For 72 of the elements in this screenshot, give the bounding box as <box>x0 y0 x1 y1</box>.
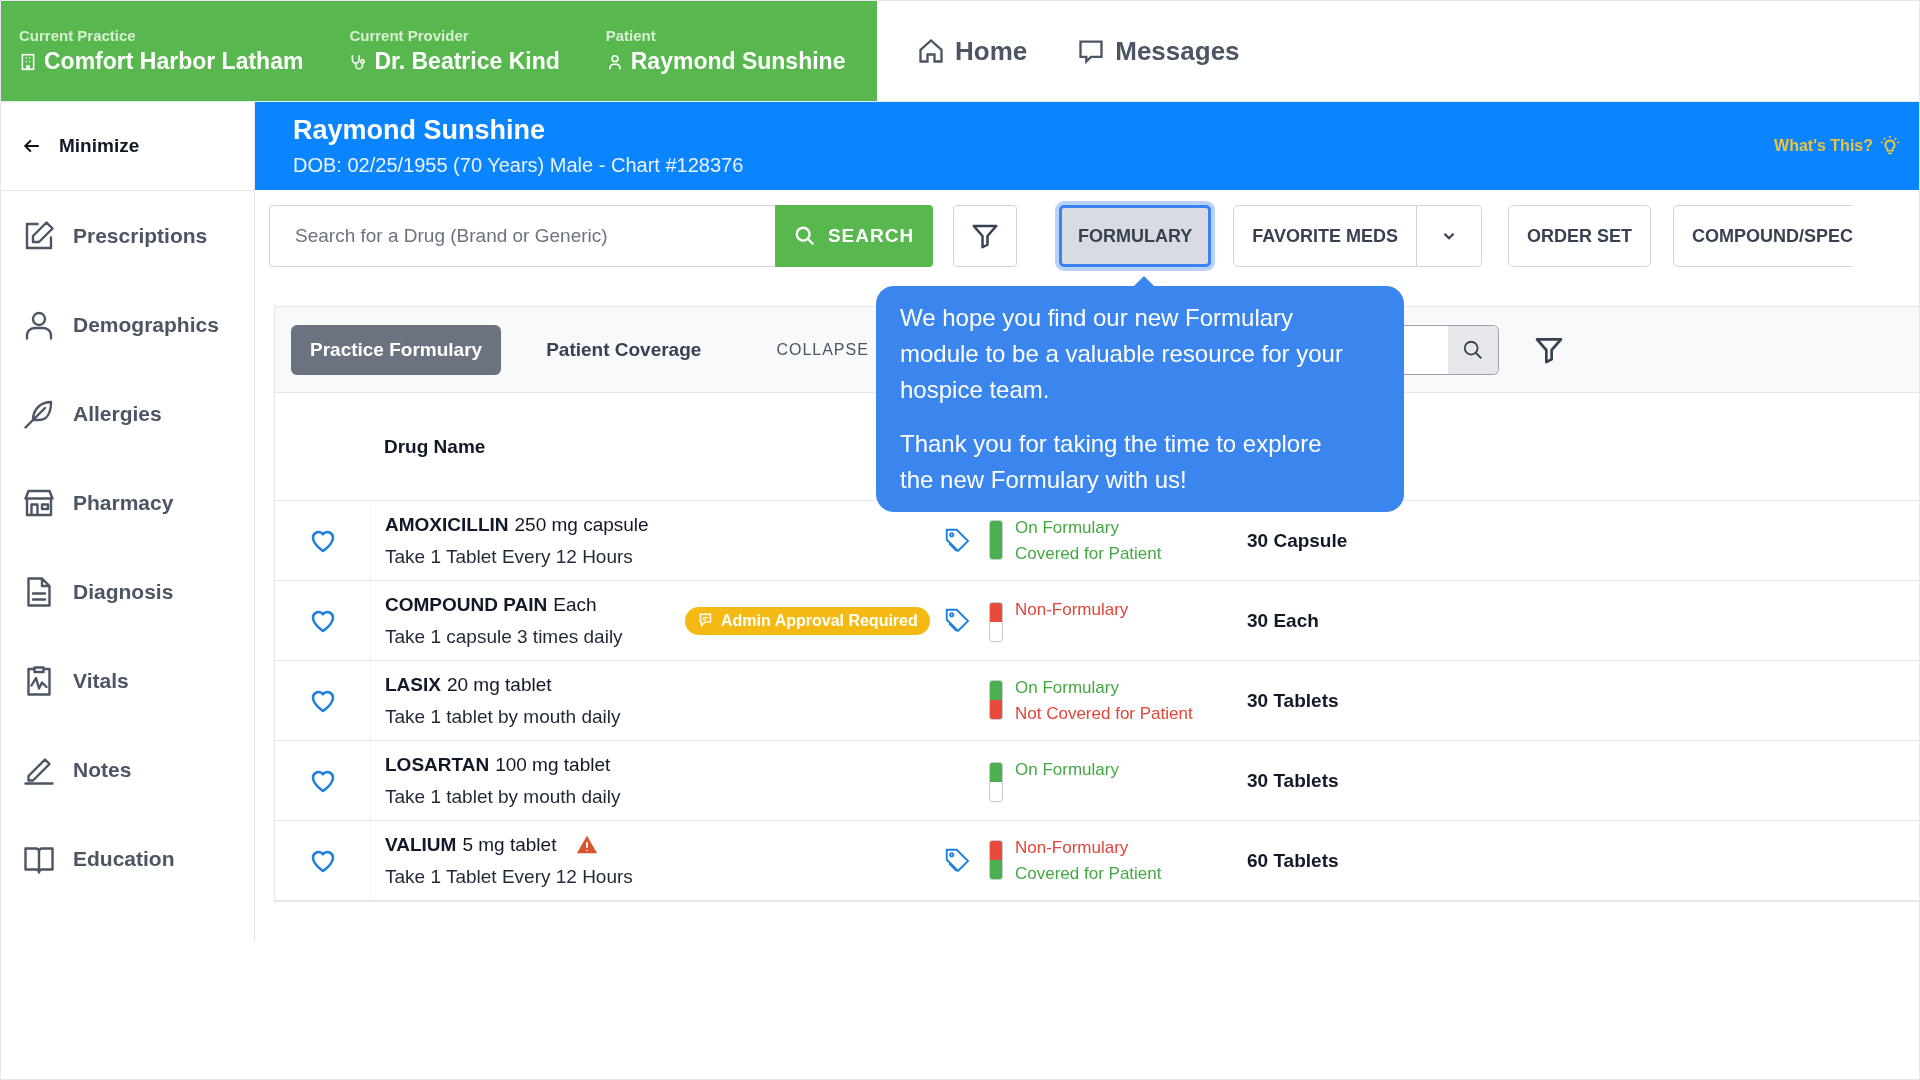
drug-directions: Take 1 tablet by mouth daily <box>385 785 622 808</box>
patient-details: DOB: 02/25/1955 (70 Years) Male - Chart #128376 <box>293 154 744 177</box>
drug-directions: Take 1 capsule 3 times daily <box>385 625 624 648</box>
nav-link[interactable]: Messages <box>1077 35 1240 67</box>
arrow-left-icon <box>23 137 41 155</box>
filter-button[interactable] <box>953 205 1017 267</box>
search-field[interactable]: Search for a Drug (Brand or Generic) <box>269 205 775 267</box>
collapse-link[interactable]: COLLAPSE <box>776 340 869 359</box>
search-icon <box>1461 338 1484 361</box>
sidebar-item[interactable]: Allergies <box>1 369 254 458</box>
status-indicator <box>989 679 1003 720</box>
drug-directions: Take 1 Tablet Every 12 Hours <box>385 545 634 568</box>
field-label: Patient <box>605 27 657 44</box>
sidebar-item[interactable]: Education <box>1 814 254 903</box>
quantity: 30 Capsule <box>1247 529 1348 551</box>
lightbulb-icon <box>1879 135 1901 157</box>
formulary-status: Non-Formulary <box>1015 837 1130 858</box>
drug-strength: 20 mg tablet <box>446 673 552 696</box>
button-label[interactable]: FAVORITE MEDS <box>1234 206 1417 266</box>
drug-strength: 5 mg tablet <box>462 833 557 856</box>
quantity: 30 Tablets <box>1247 689 1339 711</box>
building-icon <box>19 52 37 71</box>
column-header: Drug Name <box>384 435 486 458</box>
drug-name: VALIUM <box>385 833 457 856</box>
coverage-status: Covered for Patient <box>1015 863 1162 884</box>
formulary-status: Non-Formulary <box>1015 599 1129 620</box>
sidebar-item[interactable]: Pharmacy <box>1 458 254 547</box>
field-value: Comfort Harbor Latham <box>44 48 304 75</box>
sidebar-item[interactable]: Vitals <box>1 636 254 725</box>
status-indicator <box>989 601 1003 642</box>
quantity: 30 Each <box>1247 609 1319 631</box>
approval-badge: Admin Approval Required <box>685 606 930 635</box>
formulary-status: On Formulary <box>1015 677 1120 698</box>
tab[interactable]: Patient Coverage <box>527 324 721 375</box>
sidebar-item[interactable]: Prescriptions <box>1 191 254 280</box>
formulary-status: On Formulary <box>1015 759 1119 780</box>
status-indicator <box>989 519 1003 560</box>
quantity: 30 Tablets <box>1247 769 1339 791</box>
sidebar-item[interactable]: Demographics <box>1 280 254 369</box>
field-value: Dr. Beatrice Kind <box>374 48 560 75</box>
field-value: Raymond Sunshine <box>630 48 846 75</box>
drug-name: AMOXICILLIN <box>385 513 509 536</box>
tooltip-text: We hope you find our new Formulary module to be a valuable resource for your hospice team. <box>900 303 1344 405</box>
toolbar-button[interactable]: COMPOUND/SPEC <box>1673 205 1854 267</box>
quantity: 60 Tablets <box>1247 849 1339 871</box>
home-icon <box>917 37 945 65</box>
drug-strength: 250 mg capsule <box>514 513 649 536</box>
drug-directions: Take 1 tablet by mouth daily <box>385 705 622 728</box>
status-indicator <box>989 761 1003 802</box>
drug-strength: Each <box>553 593 597 616</box>
status-indicator <box>989 839 1003 880</box>
toolbar-button[interactable]: ORDER SET <box>1508 205 1652 267</box>
coverage-status: Not Covered for Patient <box>1015 703 1193 724</box>
drug-directions: Take 1 Tablet Every 12 Hours <box>385 865 634 888</box>
minimize-button[interactable]: Minimize <box>1 102 254 191</box>
tab[interactable]: Practice Formulary <box>291 324 502 375</box>
stethoscope-icon <box>349 52 368 71</box>
split-button[interactable]: FAVORITE MEDS <box>1233 205 1482 267</box>
tooltip-text: Thank you for taking the time to explore the new Formulary with us! <box>900 429 1323 495</box>
drug-name: COMPOUND PAIN <box>385 593 548 616</box>
field-label: Current Practice <box>19 27 137 44</box>
drug-name: LASIX <box>385 673 441 696</box>
field-label: Current Provider <box>349 27 470 44</box>
drug-strength: 100 mg tablet <box>495 753 611 776</box>
coverage-status: Covered for Patient <box>1015 543 1162 564</box>
search-icon <box>793 225 816 247</box>
drug-name: LOSARTAN <box>385 753 490 776</box>
nav-link[interactable]: Home <box>917 35 1028 67</box>
formulary-status: On Formulary <box>1015 517 1120 538</box>
sidebar-item[interactable]: Notes <box>1 725 254 814</box>
sidebar-item[interactable]: Diagnosis <box>1 547 254 636</box>
patient-name: Raymond Sunshine <box>293 115 547 146</box>
